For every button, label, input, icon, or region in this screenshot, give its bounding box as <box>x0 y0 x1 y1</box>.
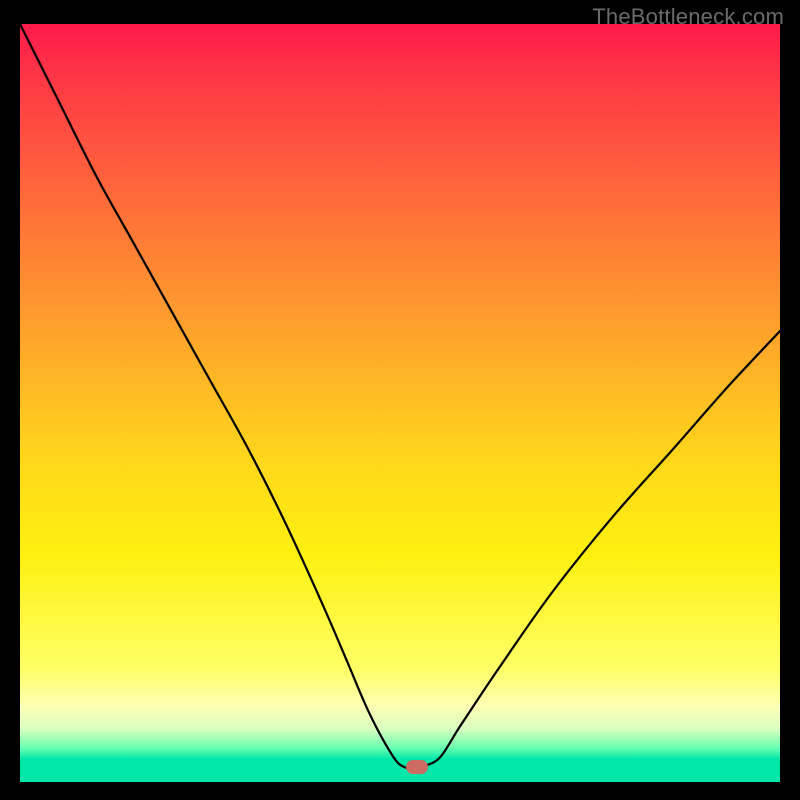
plot-area <box>20 24 780 782</box>
chart-frame: TheBottleneck.com <box>0 0 800 800</box>
optimal-marker <box>406 760 428 774</box>
watermark-text: TheBottleneck.com <box>592 4 784 30</box>
bottleneck-curve-path <box>20 24 780 768</box>
curve-svg <box>20 24 780 782</box>
